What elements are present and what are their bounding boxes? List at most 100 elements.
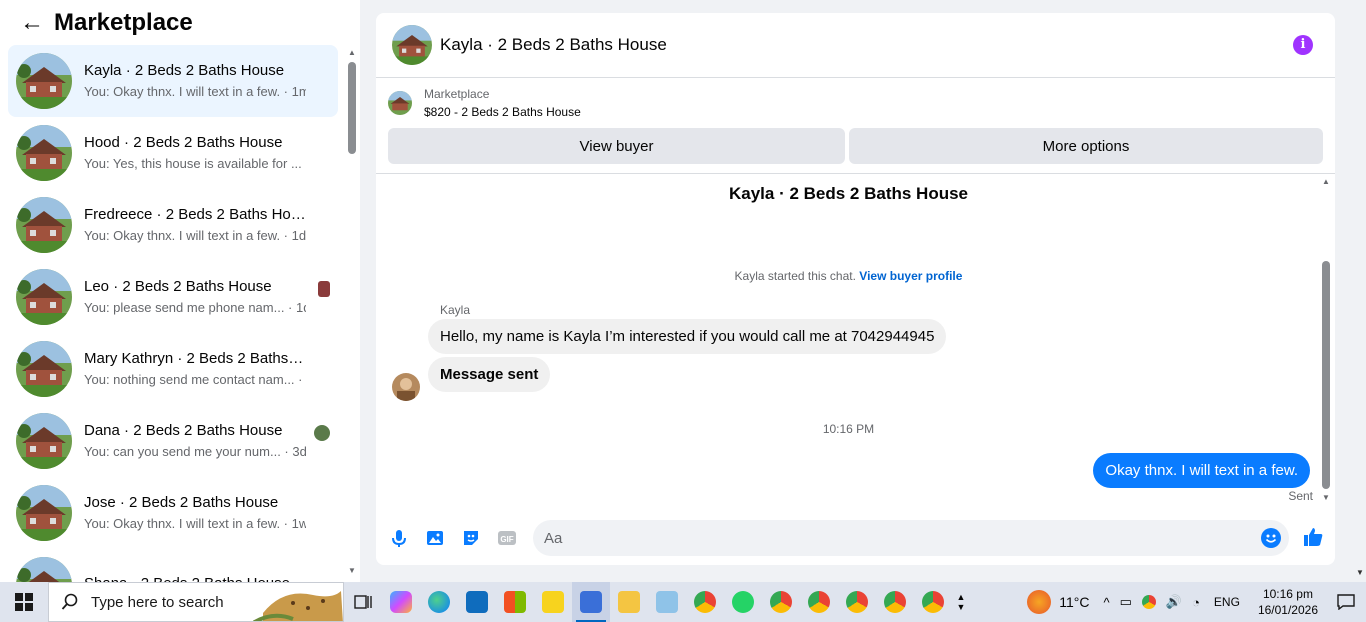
info-icon[interactable]: i xyxy=(1293,35,1313,55)
conversation-item[interactable]: Fredreece · 2 Beds 2 Baths House You: Ok… xyxy=(8,189,338,261)
thread-scroll-thumb[interactable] xyxy=(1322,261,1330,489)
conversation-item[interactable]: Jose · 2 Beds 2 Baths House You: Okay th… xyxy=(8,477,338,549)
listing-thumbnail[interactable] xyxy=(388,91,412,115)
page-scrollbar[interactable]: ▼ xyxy=(1354,0,1366,582)
read-receipt-avatar xyxy=(318,281,330,297)
house-avatar xyxy=(16,485,72,541)
clock-date: 16/01/2026 xyxy=(1257,603,1318,617)
more-options-button[interactable]: More options xyxy=(849,128,1323,164)
message-input[interactable]: Aa xyxy=(533,520,1289,556)
sender-avatar[interactable] xyxy=(392,373,420,401)
scroll-down-icon[interactable]: ▼ xyxy=(1321,493,1331,502)
house-avatar xyxy=(16,125,72,181)
chrome-profile-icon[interactable] xyxy=(876,582,914,622)
file-explorer-icon[interactable] xyxy=(610,582,648,622)
chrome-profile-icon[interactable] xyxy=(838,582,876,622)
taskbar-search[interactable]: Type here to search xyxy=(48,582,344,622)
incoming-message[interactable]: Hello, my name is Kayla I’m interested i… xyxy=(428,319,947,354)
chrome-icon[interactable] xyxy=(686,582,724,622)
windows-start-icon[interactable] xyxy=(0,582,48,622)
listing-source: Marketplace xyxy=(424,87,490,101)
message-input-placeholder: Aa xyxy=(544,529,563,547)
system-tray: 11°C ^ ▭ 🔊 ◔ ENG 10:16 pm 16/01/2026 xyxy=(1027,582,1366,622)
task-view-icon[interactable] xyxy=(344,582,382,622)
weather-icon[interactable] xyxy=(1027,590,1052,614)
house-avatar xyxy=(16,53,72,109)
conversation-name: Leo · 2 Beds 2 Baths House xyxy=(84,278,272,295)
conversation-name: Jose · 2 Beds 2 Baths House xyxy=(84,494,279,511)
clock-time: 10:16 pm xyxy=(1262,587,1313,601)
scroll-up-icon[interactable]: ▲ xyxy=(347,48,357,57)
copilot-icon[interactable] xyxy=(382,582,420,622)
chat-started-notice: Kayla started this chat. View buyer prof… xyxy=(376,269,1321,283)
sticker-icon[interactable] xyxy=(461,528,481,548)
sidebar-header: ← Marketplace xyxy=(0,0,360,46)
scroll-down-icon[interactable]: ▼ xyxy=(1355,568,1365,577)
conversation-name: Shana · 2 Beds 2 Baths House xyxy=(84,574,306,582)
conversation-item[interactable]: Hood · 2 Beds 2 Baths House You: Yes, th… xyxy=(8,117,338,189)
cheetah-search-highlight-icon xyxy=(253,591,343,621)
conversation-item[interactable]: Leo · 2 Beds 2 Baths House You: please s… xyxy=(8,261,338,333)
volume-icon[interactable]: 🔊 xyxy=(1166,594,1182,610)
show-hidden-icons-icon[interactable]: ^ xyxy=(1103,595,1109,610)
whatsapp-icon[interactable] xyxy=(724,582,762,622)
chrome-profile-icon[interactable] xyxy=(914,582,952,622)
thread-intro-title: Kayla · 2 Beds 2 Baths House xyxy=(728,184,969,203)
conversation-list: Kayla · 2 Beds 2 Baths House You: Okay t… xyxy=(8,45,338,582)
conversation-item[interactable]: Shana · 2 Beds 2 Baths House xyxy=(8,549,338,582)
message-composer: GIF Aa xyxy=(376,515,1335,565)
microphone-icon[interactable] xyxy=(389,528,409,548)
conversation-item[interactable]: Mary Kathryn · 2 Beds 2 Baths H... You: … xyxy=(8,333,338,405)
notifications-icon[interactable] xyxy=(1326,582,1366,622)
svg-text:GIF: GIF xyxy=(500,535,513,544)
message-timestamp: 10:16 PM xyxy=(822,422,875,436)
conversation-preview: You: Yes, this house is available for ..… xyxy=(84,156,306,171)
sticky-notes-icon[interactable] xyxy=(534,582,572,622)
chrome-tray-icon[interactable] xyxy=(1141,595,1156,609)
search-icon xyxy=(61,593,78,610)
notepad-icon[interactable] xyxy=(648,582,686,622)
sidebar-scroll-thumb[interactable] xyxy=(348,62,356,154)
active-app-icon[interactable] xyxy=(572,582,610,622)
outlook-icon[interactable] xyxy=(458,582,496,622)
conversation-preview: You: Okay thnx. I will text in a few. · … xyxy=(84,228,306,243)
edge-icon[interactable] xyxy=(420,582,458,622)
wifi-icon[interactable]: ◔ xyxy=(1192,595,1200,610)
outgoing-message[interactable]: Okay thnx. I will text in a few. xyxy=(1093,453,1310,488)
photo-icon[interactable] xyxy=(425,528,445,548)
conversation-name: Mary Kathryn · 2 Beds 2 Baths H... xyxy=(84,350,306,367)
conversation-name: Fredreece · 2 Beds 2 Baths House xyxy=(84,206,306,223)
incoming-message[interactable]: Message sent xyxy=(428,357,551,392)
chat-title[interactable]: Kayla · 2 Beds 2 Baths House xyxy=(440,35,667,55)
message-thread: Kayla · 2 Beds 2 Baths House Kayla start… xyxy=(376,175,1335,515)
house-avatar[interactable] xyxy=(392,25,432,65)
chat-started-text: Kayla started this chat. xyxy=(734,269,856,283)
clock[interactable]: 10:16 pm 16/01/2026 xyxy=(1258,586,1318,618)
sender-name: Kayla xyxy=(440,303,471,317)
conversation-sidebar: ← Marketplace Kayla · 2 Beds 2 Baths Hou… xyxy=(0,0,360,582)
language-indicator[interactable]: ENG xyxy=(1214,595,1240,609)
battery-icon[interactable]: ▭ xyxy=(1120,594,1132,610)
emoji-icon[interactable] xyxy=(1261,528,1281,548)
conversation-preview: You: please send me phone nam... · 1d xyxy=(84,300,306,315)
thumbs-up-icon[interactable] xyxy=(1302,526,1324,548)
weather-temperature[interactable]: 11°C xyxy=(1059,594,1089,610)
chrome-profile-icon[interactable] xyxy=(762,582,800,622)
conversation-item[interactable]: Dana · 2 Beds 2 Baths House You: can you… xyxy=(8,405,338,477)
back-arrow-icon[interactable]: ← xyxy=(12,3,52,43)
scroll-down-icon[interactable]: ▼ xyxy=(347,566,357,575)
view-buyer-button[interactable]: View buyer xyxy=(388,128,845,164)
microsoft-store-icon[interactable] xyxy=(496,582,534,622)
view-buyer-profile-link[interactable]: View buyer profile xyxy=(859,269,962,283)
scroll-up-icon[interactable]: ▲ xyxy=(1321,177,1331,186)
sidebar-scrollbar[interactable]: ▲ ▼ xyxy=(346,48,358,578)
windows-taskbar: Type here to search ▲ ▼ 11°C ^ ▭ 🔊 ◔ ENG … xyxy=(0,582,1366,622)
thread-scrollbar[interactable]: ▲ ▼ xyxy=(1320,175,1332,505)
conversation-preview: You: nothing send me contact nam... · 3d xyxy=(84,372,306,387)
taskbar-overflow-icon[interactable]: ▲ ▼ xyxy=(952,582,970,622)
conversation-preview: You: Okay thnx. I will text in a few. · … xyxy=(84,516,306,531)
gif-icon[interactable]: GIF xyxy=(497,528,517,548)
chrome-profile-icon[interactable] xyxy=(800,582,838,622)
listing-price-title[interactable]: $820 - 2 Beds 2 Baths House xyxy=(424,105,581,119)
conversation-item[interactable]: Kayla · 2 Beds 2 Baths House You: Okay t… xyxy=(8,45,338,117)
